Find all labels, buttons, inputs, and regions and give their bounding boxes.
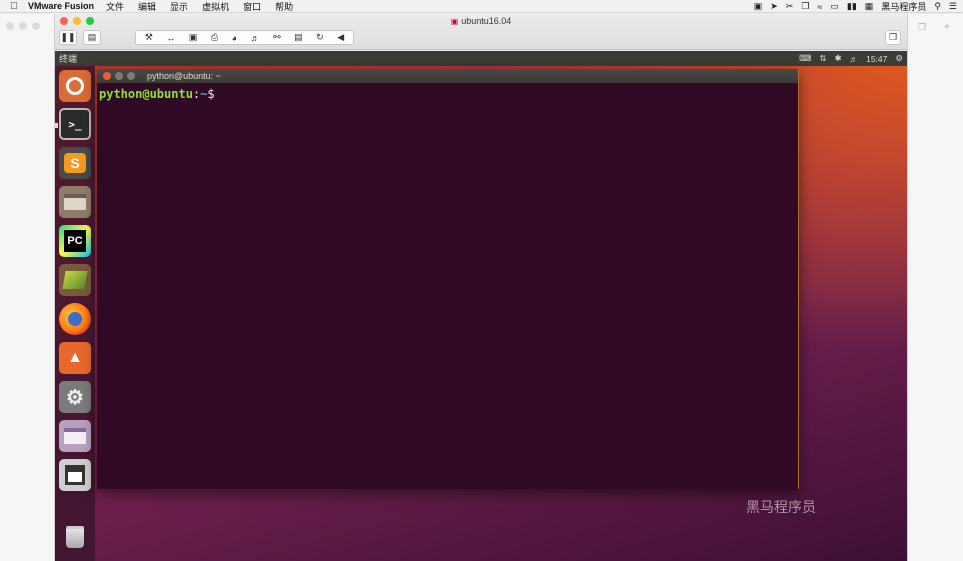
power-gear-icon[interactable]: ⚙: [895, 53, 903, 64]
volume-icon[interactable]: ♬: [850, 54, 859, 64]
workspace-switcher-launcher-icon[interactable]: [59, 420, 91, 452]
fullscreen-icon: ❐: [888, 32, 898, 42]
save-disk-launcher-icon[interactable]: [59, 459, 91, 491]
bg-window-restore-icon: ❐: [918, 22, 927, 32]
menu-app-name[interactable]: VMware Fusion: [28, 1, 94, 11]
files-launcher-icon[interactable]: [59, 186, 91, 218]
vm-icon: ▣: [450, 17, 459, 26]
scissors-icon[interactable]: ✂: [786, 1, 794, 12]
pycharm-label: PC: [64, 230, 86, 252]
camera-icon[interactable]: ◕: [232, 33, 237, 43]
sync-icon[interactable]: ↻: [316, 32, 324, 43]
terminal-titlebar[interactable]: python@ubuntu: ~: [97, 69, 798, 83]
ubuntu-desktop[interactable]: 终端 ⌨ ⇅ ✱ ♬ 15:47 ⚙ >_ S PC ▲ ⚙ python@ub…: [55, 51, 907, 561]
bg-close-icon: [6, 22, 14, 30]
pause-button[interactable]: ❚❚: [59, 30, 77, 45]
wifi-icon[interactable]: ≈: [817, 2, 822, 12]
sublime-text-launcher-icon[interactable]: S: [59, 147, 91, 179]
sound-icon[interactable]: ♬: [251, 33, 260, 43]
prompt-symbol: $: [207, 87, 215, 101]
menu-edit[interactable]: 编辑: [138, 0, 156, 13]
terminal-body[interactable]: python@ubuntu:~$: [97, 83, 798, 489]
fullscreen-button[interactable]: ❐: [885, 30, 901, 45]
snapshot-icon: ▤: [87, 32, 97, 42]
input-method-icon[interactable]: ▦: [865, 1, 874, 12]
panel-indicators: ⌨ ⇅ ✱ ♬ 15:47 ⚙: [799, 51, 903, 66]
software-center-launcher-icon[interactable]: ▲: [59, 342, 91, 374]
dash-home-icon[interactable]: [59, 70, 91, 102]
pause-icon: ❚❚: [60, 32, 76, 42]
menu-user-name[interactable]: 黑马程序员: [881, 0, 926, 13]
airplay-icon[interactable]: ▭: [830, 1, 839, 12]
background-window-buttons: [6, 22, 40, 30]
window-icon[interactable]: ❐: [801, 1, 809, 12]
pycharm-launcher-icon[interactable]: PC: [59, 225, 91, 257]
background-window-right[interactable]: ❐ +: [908, 14, 963, 561]
bluetooth-icon[interactable]: ✱: [834, 53, 841, 64]
menu-window[interactable]: 窗口: [243, 0, 261, 13]
system-settings-launcher-icon[interactable]: ⚙: [59, 381, 91, 413]
spotlight-search-icon[interactable]: ⚲: [934, 1, 941, 12]
settings-gear-icon: ⚙: [66, 386, 84, 409]
trash-launcher-icon[interactable]: [59, 521, 91, 553]
terminal-maximize-icon[interactable]: [127, 72, 135, 80]
bg-zoom-icon: [32, 22, 40, 30]
usb-icon[interactable]: ⚯: [273, 32, 281, 43]
vm-window-title: ▣ ubuntu16.04: [55, 16, 907, 26]
panel-app-title[interactable]: 终端: [59, 52, 77, 65]
menu-file[interactable]: 文件: [106, 0, 124, 13]
camera-icon[interactable]: ▣: [754, 1, 763, 12]
vm-title-text: ubuntu16.04: [461, 16, 512, 26]
bg-window-add-icon: +: [944, 22, 950, 33]
ubuntu-top-panel: 终端 ⌨ ⇅ ✱ ♬ 15:47 ⚙: [55, 51, 907, 66]
battery-icon[interactable]: ▮▮: [847, 1, 857, 12]
mac-menu-bar:  VMware Fusion 文件 编辑 显示 虚拟机 窗口 帮助 ▣ ➤ ✂…: [0, 0, 963, 13]
bg-minimize-icon: [19, 22, 27, 30]
background-window-left[interactable]: [0, 14, 54, 561]
prompt-user-host: python@ubuntu: [99, 87, 193, 101]
terminal-window[interactable]: python@ubuntu: ~ python@ubuntu:~$: [97, 69, 799, 489]
vmware-titlebar: ▣ ubuntu16.04 ❚❚ ▤ ⚒ ↔ ▣ ⎙ ◕ ♬ ⚯ ▤ ↻ ◀ ❐: [55, 14, 907, 50]
apple-icon[interactable]: : [0, 1, 28, 12]
terminal-launcher-icon[interactable]: >_: [59, 108, 91, 140]
terminal-minimize-icon[interactable]: [115, 72, 123, 80]
sublime-text-label: S: [64, 153, 86, 173]
software-center-bag-icon: ▲: [67, 349, 83, 366]
network-icon[interactable]: ⇅: [819, 53, 826, 64]
notification-list-icon[interactable]: ☰: [949, 1, 957, 12]
ubuntu-launcher: >_ S PC ▲ ⚙: [55, 66, 95, 561]
menu-view[interactable]: 显示: [170, 0, 188, 13]
menu-status-area: ▣ ➤ ✂ ❐ ≈ ▭ ▮▮ ▦ 黑马程序员 ⚲ ☰: [754, 0, 957, 13]
keyboard-icon[interactable]: ⌨: [799, 53, 811, 64]
chevron-left-icon[interactable]: ◀: [337, 32, 344, 43]
send-icon[interactable]: ➤: [770, 1, 778, 12]
terminal-title: python@ubuntu: ~: [147, 71, 221, 81]
disk-icon[interactable]: ▣: [189, 32, 198, 43]
vmware-window: ▣ ubuntu16.04 ❚❚ ▤ ⚒ ↔ ▣ ⎙ ◕ ♬ ⚯ ▤ ↻ ◀ ❐ …: [54, 14, 908, 561]
launcher-active-pip: [55, 123, 58, 128]
panel-clock[interactable]: 15:47: [866, 54, 887, 64]
save-icon[interactable]: ▤: [294, 32, 303, 43]
snapshot-button[interactable]: ▤: [83, 30, 101, 45]
menu-help[interactable]: 帮助: [275, 0, 293, 13]
libreoffice-launcher-icon[interactable]: [59, 264, 91, 296]
terminal-close-icon[interactable]: [103, 72, 111, 80]
vm-toolbar-group: ⚒ ↔ ▣ ⎙ ◕ ♬ ⚯ ▤ ↻ ◀: [135, 30, 354, 45]
resize-arrows-icon[interactable]: ↔: [166, 33, 175, 43]
firefox-launcher-icon[interactable]: [59, 303, 91, 335]
printer-icon[interactable]: ⎙: [211, 32, 218, 43]
watermark: 黑马程序员: [746, 499, 816, 515]
settings-wrench-icon[interactable]: ⚒: [145, 32, 153, 43]
menu-virtual-machine[interactable]: 虚拟机: [202, 0, 229, 13]
